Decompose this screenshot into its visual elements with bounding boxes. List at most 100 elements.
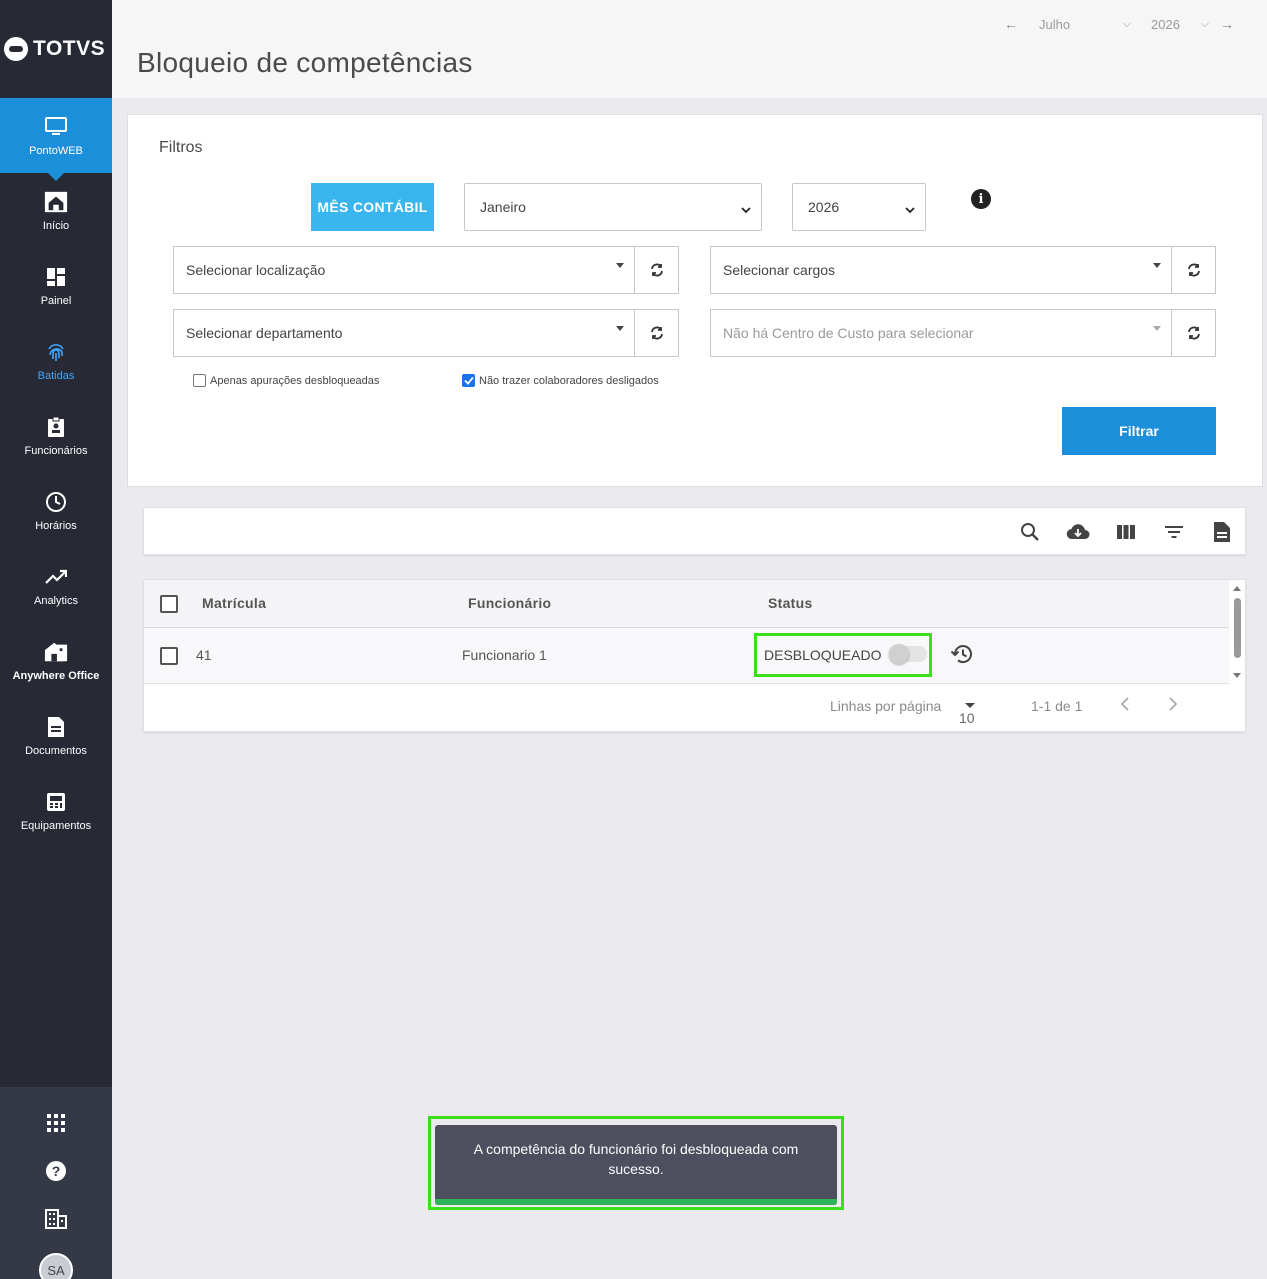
column-header-matricula[interactable]: Matrícula	[202, 595, 266, 611]
home-icon	[44, 190, 68, 214]
clock-icon	[44, 490, 68, 514]
year-value: 2026	[1151, 16, 1180, 32]
nao-trazer-desligados-label: Não trazer colaboradores desligados	[479, 374, 659, 387]
help-icon[interactable]: ?	[0, 1147, 112, 1195]
refresh-departamento-button[interactable]	[634, 309, 679, 357]
search-icon[interactable]	[1018, 520, 1042, 544]
building-icon[interactable]	[0, 1195, 112, 1243]
sidebar: TOTVS PontoWEB Início Painel Batidas Fun…	[0, 0, 112, 1279]
status-toggle[interactable]	[889, 644, 927, 664]
report-document-icon[interactable]	[1210, 520, 1234, 544]
month-dropdown-value: Janeiro	[480, 199, 526, 215]
device-icon	[44, 790, 68, 814]
period-selector: ← Julho ⌵ 2026 ⌵ →	[1001, 16, 1237, 32]
totvs-logo[interactable]: TOTVS	[0, 0, 112, 98]
apenas-desbloqueadas-label: Apenas apurações desbloqueadas	[210, 374, 380, 387]
sidebar-item-painel[interactable]: Painel	[0, 248, 112, 323]
nao-trazer-desligados-checkbox[interactable]	[462, 374, 475, 387]
sidebar-item-analytics[interactable]: Analytics	[0, 548, 112, 623]
next-period-arrow-icon[interactable]: →	[1217, 16, 1237, 32]
next-page-icon[interactable]	[1167, 695, 1179, 716]
apps-grid-icon[interactable]	[0, 1099, 112, 1147]
column-header-status[interactable]: Status	[768, 595, 813, 611]
history-icon[interactable]	[950, 644, 972, 669]
sidebar-item-label: Batidas	[37, 369, 75, 382]
sidebar-item-anywhere-office[interactable]: Anywhere Office	[0, 623, 112, 698]
sidebar-item-funcionarios[interactable]: Funcionários	[0, 398, 112, 473]
cloud-download-icon[interactable]	[1066, 520, 1090, 544]
page-header: Bloqueio de competências ← Julho ⌵ 2026 …	[112, 0, 1267, 98]
month-dropdown[interactable]: Janeiro	[464, 183, 762, 231]
refresh-centro-custo-button[interactable]	[1171, 309, 1216, 357]
filter-icon[interactable]	[1162, 520, 1186, 544]
sidebar-item-documentos[interactable]: Documentos	[0, 698, 112, 773]
user-avatar[interactable]: SA	[39, 1253, 73, 1279]
table-scrollbar[interactable]	[1229, 580, 1245, 684]
svg-text:?: ?	[52, 1163, 61, 1179]
caret-down-icon	[1153, 263, 1161, 268]
sidebar-item-batidas[interactable]: Batidas	[0, 323, 112, 398]
success-toast[interactable]: A competência do funcionário foi desbloq…	[435, 1125, 837, 1205]
caret-down-icon	[1153, 326, 1161, 331]
year-dropdown[interactable]: 2026	[792, 183, 926, 231]
cargos-placeholder: Selecionar cargos	[723, 262, 836, 278]
year-dropdown-value: 2026	[808, 199, 840, 215]
info-icon[interactable]: i	[971, 189, 991, 209]
cargos-dropdown[interactable]: Selecionar cargos	[710, 246, 1172, 294]
filters-card: Filtros MÊS CONTÁBIL Janeiro 2026 i Sele…	[127, 114, 1263, 487]
sidebar-footer: ? SA	[0, 1087, 112, 1279]
centro-custo-dropdown[interactable]: Não há Centro de Custo para selecionar	[710, 309, 1172, 357]
caret-down-icon	[616, 263, 624, 268]
mes-contabil-button[interactable]: MÊS CONTÁBIL	[311, 183, 434, 231]
sidebar-item-horarios[interactable]: Horários	[0, 473, 112, 548]
refresh-cargos-button[interactable]	[1171, 246, 1216, 294]
refresh-icon	[1187, 263, 1200, 277]
sidebar-item-label: Analytics	[33, 594, 79, 607]
document-icon	[44, 715, 68, 739]
refresh-localizacao-button[interactable]	[634, 246, 679, 294]
filters-title: Filtros	[159, 139, 203, 156]
sidebar-item-label: Equipamentos	[20, 819, 92, 832]
sidebar-item-label: Painel	[40, 294, 72, 307]
column-header-funcionario[interactable]: Funcionário	[468, 595, 551, 611]
apenas-desbloqueadas-checkbox[interactable]	[193, 374, 206, 387]
filtrar-button[interactable]: Filtrar	[1062, 407, 1216, 455]
sidebar-item-label: Horários	[35, 519, 77, 532]
sidebar-item-label: Início	[42, 219, 70, 232]
sidebar-item-label: Anywhere Office	[12, 669, 100, 682]
rows-per-page-label: Linhas por página	[830, 698, 942, 714]
row-checkbox[interactable]	[160, 647, 178, 665]
previous-period-arrow-icon[interactable]: ←	[1001, 16, 1021, 32]
columns-icon[interactable]	[1114, 520, 1138, 544]
toast-progress-bar	[435, 1199, 837, 1205]
sidebar-item-inicio[interactable]: Início	[0, 173, 112, 248]
month-select[interactable]: Julho ⌵	[1039, 17, 1131, 32]
page-title: Bloqueio de competências	[137, 47, 473, 78]
departamento-placeholder: Selecionar departamento	[186, 325, 343, 341]
localizacao-dropdown[interactable]: Selecionar localização	[173, 246, 635, 294]
sidebar-item-equipamentos[interactable]: Equipamentos	[0, 773, 112, 848]
scroll-up-arrow-icon[interactable]	[1233, 586, 1241, 591]
monitor-icon	[44, 115, 68, 139]
scroll-down-arrow-icon[interactable]	[1233, 673, 1241, 678]
year-select[interactable]: 2026 ⌵	[1151, 17, 1209, 32]
competencias-table: Matrícula Funcionário Status 41 Funciona…	[143, 579, 1246, 732]
chevron-down-icon	[741, 201, 751, 217]
chevron-down-icon: ⌵	[1122, 17, 1131, 30]
departamento-dropdown[interactable]: Selecionar departamento	[173, 309, 635, 357]
badge-icon	[44, 415, 68, 439]
totvs-logo-icon	[4, 37, 28, 61]
rows-per-page-select[interactable]: 10	[959, 696, 975, 726]
sidebar-item-label: PontoWEB	[29, 144, 83, 157]
previous-page-icon[interactable]	[1119, 695, 1131, 716]
caret-down-icon	[965, 702, 975, 708]
nao-trazer-desligados-option[interactable]: Não trazer colaboradores desligados	[462, 374, 659, 387]
localizacao-placeholder: Selecionar localização	[186, 262, 326, 278]
sidebar-item-label: Funcionários	[24, 444, 88, 457]
toast-highlight: A competência do funcionário foi desbloq…	[428, 1116, 844, 1210]
scrollbar-thumb[interactable]	[1234, 598, 1241, 658]
select-all-checkbox[interactable]	[160, 595, 178, 613]
apenas-desbloqueadas-option[interactable]: Apenas apurações desbloqueadas	[193, 374, 379, 387]
sidebar-item-pontoweb[interactable]: PontoWEB	[0, 98, 112, 181]
refresh-icon	[650, 263, 663, 277]
